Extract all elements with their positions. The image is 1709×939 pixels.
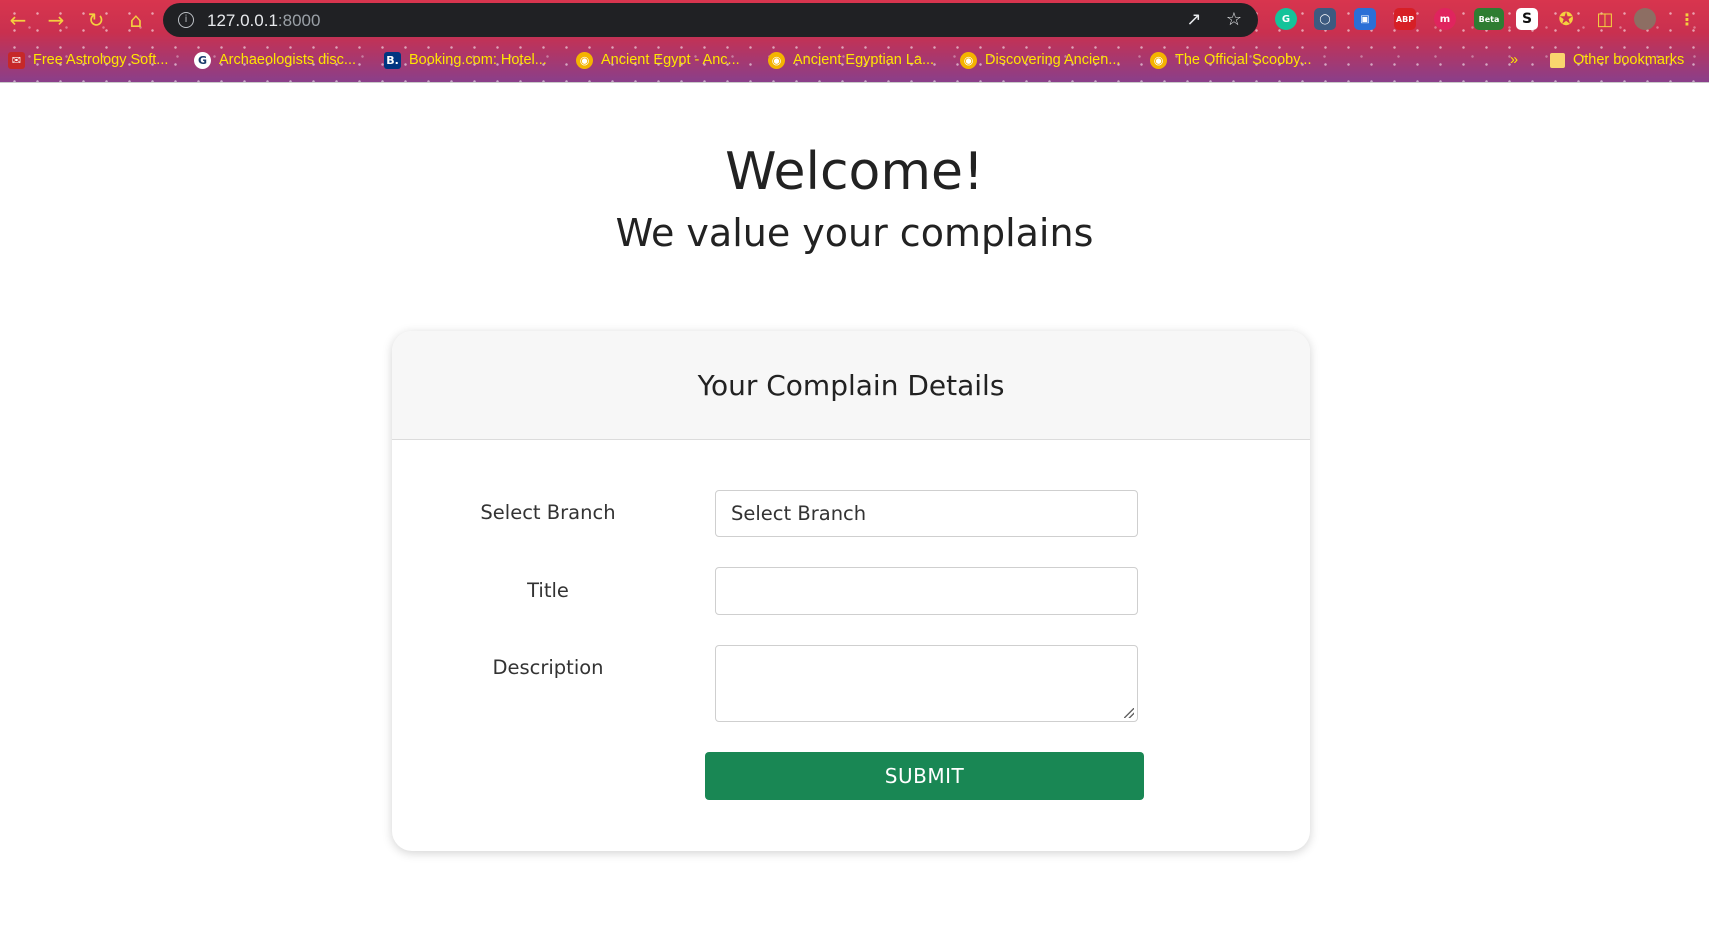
- bookmark-item[interactable]: G Archaeologists disc...: [194, 50, 356, 70]
- bookmark-item[interactable]: B. Booking.com: Hotel...: [384, 50, 547, 70]
- title-input[interactable]: [715, 567, 1138, 615]
- site-info-icon[interactable]: i: [178, 12, 194, 28]
- branch-label: Select Branch: [480, 501, 616, 524]
- globe-favicon-icon: ◉: [1150, 51, 1167, 69]
- bookmark-item[interactable]: ✉ Free Astrology Soft...: [8, 50, 168, 70]
- bookmark-item[interactable]: ◉ The Official Scooby...: [1150, 50, 1311, 70]
- bookmark-label: Ancient Egyptian La...: [793, 52, 935, 68]
- bookmark-star-icon[interactable]: ☆: [1223, 9, 1245, 31]
- bookmark-label: Booking.com: Hotel...: [409, 52, 547, 68]
- share-icon[interactable]: ↗: [1183, 9, 1205, 31]
- submit-button[interactable]: SUBMIT: [705, 752, 1144, 800]
- bookmarks-overflow-button[interactable]: »: [1510, 50, 1518, 70]
- sidebar-icon[interactable]: ◫: [1594, 8, 1616, 30]
- browser-chrome: ← → ↻ ⌂ i 127.0.0.1:8000 ↗ ☆ G ◯ ▣ ABP m…: [0, 0, 1709, 82]
- globe-favicon-icon: ◉: [768, 51, 785, 69]
- bookmark-label: The Official Scooby...: [1175, 52, 1312, 68]
- mail-favicon-icon: ✉: [8, 51, 25, 69]
- globe-favicon-icon: ◉: [576, 51, 593, 69]
- globe-favicon-icon: ◉: [960, 51, 977, 69]
- booking-favicon-icon: B.: [384, 51, 401, 69]
- branch-select[interactable]: Select Branch: [715, 490, 1138, 537]
- extensions-puzzle-icon[interactable]: ✪: [1555, 8, 1577, 30]
- chrome-divider: [0, 82, 1709, 83]
- shield-extension-icon[interactable]: ◯: [1314, 8, 1336, 30]
- bookmark-label: Free Astrology Soft...: [33, 52, 169, 68]
- description-textarea[interactable]: [715, 645, 1138, 722]
- complain-form-card: Your Complain Details Select Branch Sele…: [392, 331, 1310, 851]
- address-bar[interactable]: i 127.0.0.1:8000 ↗ ☆: [163, 3, 1258, 37]
- other-bookmarks-label: Other bookmarks: [1573, 52, 1685, 68]
- bookmark-item[interactable]: ◉ Discovering Ancien...: [960, 50, 1120, 70]
- bookmark-label: Ancient Egypt - Anc...: [601, 52, 740, 68]
- folder-icon: [1550, 52, 1565, 68]
- page-title: Welcome!: [725, 142, 984, 202]
- bookmark-label: Archaeologists disc...: [219, 52, 357, 68]
- guardian-favicon-icon: G: [194, 51, 211, 69]
- reload-icon[interactable]: ↻: [82, 6, 110, 34]
- resize-handle-icon[interactable]: [1124, 708, 1134, 718]
- description-label: Description: [492, 656, 604, 679]
- url-host: 127.0.0.1: [207, 11, 278, 30]
- title-label: Title: [527, 579, 569, 602]
- other-bookmarks[interactable]: Other bookmarks: [1550, 50, 1684, 70]
- profile-avatar[interactable]: [1634, 8, 1656, 30]
- url-port: :8000: [277, 11, 321, 30]
- browser-toolbar: ← → ↻ ⌂ i 127.0.0.1:8000 ↗ ☆ G ◯ ▣ ABP m…: [0, 0, 1709, 40]
- bookmark-item[interactable]: ◉ Ancient Egypt - Anc...: [576, 50, 740, 70]
- m-extension-icon[interactable]: m: [1434, 8, 1456, 30]
- form-title: Your Complain Details: [392, 331, 1310, 440]
- forward-arrow-icon[interactable]: →: [42, 6, 70, 34]
- s-extension-icon[interactable]: S: [1516, 8, 1538, 30]
- back-arrow-icon[interactable]: ←: [4, 6, 32, 34]
- page-subtitle: We value your complains: [615, 211, 1094, 255]
- bookmark-item[interactable]: ◉ Ancient Egyptian La...: [768, 50, 934, 70]
- bookmark-label: Discovering Ancien...: [985, 52, 1121, 68]
- beta-extension-icon[interactable]: Beta: [1474, 8, 1504, 30]
- bookmarks-bar: ✉ Free Astrology Soft... G Archaeologist…: [0, 44, 1709, 76]
- adblock-plus-extension-icon[interactable]: ABP: [1394, 8, 1416, 30]
- home-icon[interactable]: ⌂: [122, 6, 150, 34]
- address-url: 127.0.0.1:8000: [207, 11, 320, 31]
- grammarly-extension-icon[interactable]: G: [1275, 8, 1297, 30]
- menu-kebab-icon[interactable]: ⋮: [1676, 8, 1698, 30]
- translate-extension-icon[interactable]: ▣: [1354, 8, 1376, 30]
